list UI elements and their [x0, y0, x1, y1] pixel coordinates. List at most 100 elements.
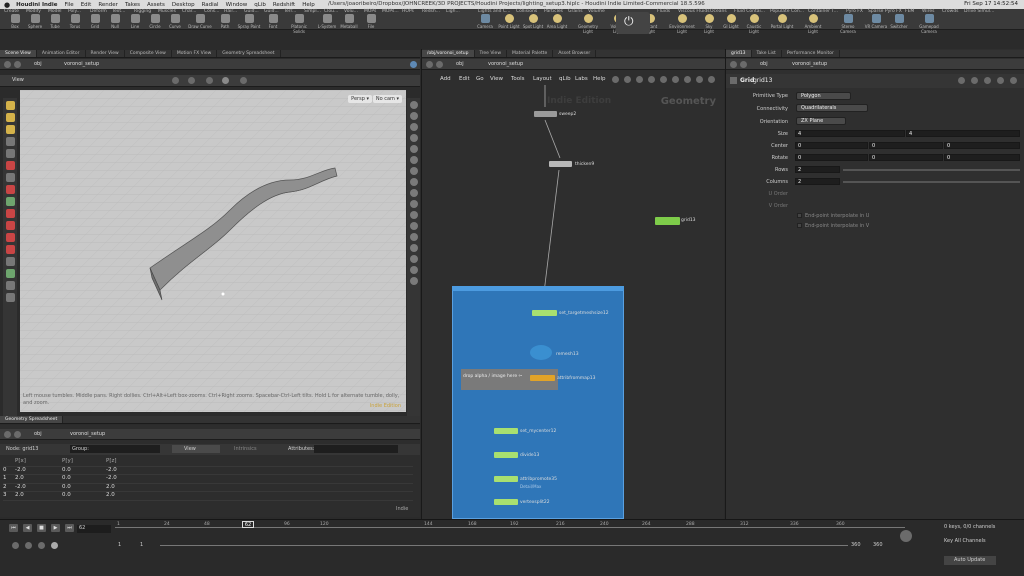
net-menu-help[interactable]: Help: [593, 76, 606, 82]
range-start[interactable]: 1: [118, 542, 121, 548]
sheet-path-node[interactable]: voronoi_setup: [70, 431, 105, 437]
stop-icon[interactable]: ■: [37, 524, 46, 532]
tab-network[interactable]: /obj/voronoi_setup: [422, 50, 475, 57]
shelf-camera[interactable]: Camera: [476, 14, 494, 29]
connectivity-menu[interactable]: Quadrilaterals: [796, 104, 868, 112]
shelf-geometry-light[interactable]: Geometry Light: [576, 14, 600, 34]
shelf-null[interactable]: Null: [106, 14, 124, 29]
net-path-root[interactable]: obj: [456, 61, 464, 67]
paint-tool-icon[interactable]: [5, 209, 15, 218]
shelf-sphere[interactable]: Sphere: [26, 14, 44, 29]
mac-menu-file[interactable]: File: [64, 2, 73, 8]
goto-end-icon[interactable]: ⏭: [65, 524, 74, 532]
back-icon[interactable]: [4, 431, 11, 438]
render-tool-icon[interactable]: [5, 269, 15, 278]
back-icon[interactable]: [4, 61, 11, 68]
network-box-header[interactable]: [452, 286, 624, 291]
bucket-tool-icon[interactable]: [5, 293, 15, 302]
auto-update-button[interactable]: Auto Update: [944, 556, 996, 565]
shelf-grid[interactable]: Grid: [86, 14, 104, 29]
fps-icon[interactable]: [25, 542, 32, 549]
range-end2[interactable]: 360: [873, 542, 883, 548]
measure-tool-icon[interactable]: [5, 257, 15, 266]
pose-tool-icon[interactable]: [5, 161, 15, 170]
mac-menu-render[interactable]: Render: [98, 2, 118, 8]
tab-sheet[interactable]: Geometry Spreadsheet: [0, 416, 64, 423]
shelf-gamepad-camera[interactable]: Gamepad Camera: [916, 14, 942, 34]
forward-icon[interactable]: [14, 431, 21, 438]
reflection-icon[interactable]: [409, 156, 418, 164]
shelf-line[interactable]: Line: [126, 14, 144, 29]
forward-icon[interactable]: [14, 61, 21, 68]
ring-tool-icon[interactable]: [5, 281, 15, 290]
net-menu-tools[interactable]: Tools: [511, 76, 525, 82]
shelf-tab-hops[interactable]: HOPs: [402, 9, 414, 14]
help-icon[interactable]: [971, 77, 978, 84]
node-remesh13[interactable]: [530, 345, 552, 360]
net-menu-labs[interactable]: Labs: [575, 76, 588, 82]
net-path-node[interactable]: voronoi_setup: [488, 61, 523, 67]
center-x-field[interactable]: 0: [795, 142, 868, 149]
shelf-vr-camera[interactable]: VR Camera: [864, 14, 888, 29]
ghost-icon[interactable]: [409, 112, 418, 120]
view-tool-icon[interactable]: [5, 173, 15, 182]
node-thicken9[interactable]: [549, 161, 572, 167]
persp-menu[interactable]: Persp ▾: [348, 95, 372, 103]
path-root[interactable]: obj: [34, 61, 42, 67]
net-menu-qlib[interactable]: qLib: [559, 76, 571, 82]
shelf-draw-curve[interactable]: Draw Curve: [188, 14, 212, 29]
step-back-icon[interactable]: ◀: [23, 524, 32, 532]
display-options-icon[interactable]: [409, 101, 418, 109]
shelf-stereo-camera[interactable]: Stereo Camera: [836, 14, 860, 34]
net-menu-add[interactable]: Add: [440, 76, 451, 82]
forward-icon[interactable]: [436, 61, 443, 68]
pin-icon[interactable]: [1010, 77, 1017, 84]
mac-menu-takes[interactable]: Takes: [125, 2, 140, 8]
display-icon[interactable]: [206, 77, 213, 84]
sculpt-tool-icon[interactable]: [5, 221, 15, 230]
shading-icon[interactable]: [222, 77, 229, 84]
app-menu[interactable]: Houdini Indie: [16, 2, 57, 8]
sheet-path-root[interactable]: obj: [34, 431, 42, 437]
power-button[interactable]: ⏻: [616, 12, 650, 34]
mac-menu-radial[interactable]: Radial: [202, 2, 219, 8]
scale-tool-icon[interactable]: [5, 137, 15, 146]
rotate-y-field[interactable]: 0: [869, 154, 943, 161]
shelf-tab-ligh[interactable]: Ligh...: [446, 9, 460, 14]
snap-icon[interactable]: [188, 77, 195, 84]
node-attribfrommap13[interactable]: [530, 375, 555, 381]
key-icon[interactable]: [900, 530, 912, 542]
range-end[interactable]: 360: [851, 542, 861, 548]
shelf-caustic-light[interactable]: Caustic Light: [742, 14, 766, 34]
tab-animation-editor[interactable]: Animation Editor: [37, 50, 86, 57]
shelf-tab-mops2[interactable]: MOPs...: [382, 9, 399, 14]
shelf-path[interactable]: Path: [216, 14, 234, 29]
bbox-icon[interactable]: [409, 211, 418, 219]
xray-icon[interactable]: [409, 244, 418, 252]
interp-v-checkbox[interactable]: [797, 223, 802, 228]
timeline-track[interactable]: [115, 527, 905, 528]
shelf-spot-light[interactable]: Spot Light: [522, 14, 544, 29]
info-icon[interactable]: [696, 76, 703, 83]
magnet-icon[interactable]: [5, 185, 15, 194]
net-menu-view[interactable]: View: [490, 76, 503, 82]
tab-tree-view[interactable]: Tree View: [475, 50, 508, 57]
columns-slider[interactable]: [843, 181, 1020, 183]
mac-menu-help[interactable]: Help: [302, 2, 315, 8]
shelf-font[interactable]: Font: [264, 14, 282, 29]
camera-menu[interactable]: No cam ▾: [372, 95, 402, 103]
table-row[interactable]: 2 -2.0 0.0 2.0: [3, 484, 413, 492]
node-vertexsplit22[interactable]: [494, 499, 518, 505]
back-icon[interactable]: [730, 61, 737, 68]
shelf-environment-light[interactable]: Environment Light: [668, 14, 696, 34]
light-icon[interactable]: [409, 134, 418, 142]
orientation-menu[interactable]: ZX Plane: [796, 117, 846, 125]
tab-take-list[interactable]: Take List: [752, 50, 782, 57]
realtime-icon[interactable]: [12, 542, 19, 549]
apple-icon[interactable]: ●: [4, 1, 10, 9]
template-icon[interactable]: [409, 123, 418, 131]
net-menu-edit[interactable]: Edit: [459, 76, 470, 82]
mac-menu-desktop[interactable]: Desktop: [172, 2, 195, 8]
param-path-node[interactable]: voronoi_setup: [792, 61, 827, 67]
shelf-portal-light[interactable]: Portal Light: [770, 14, 794, 29]
